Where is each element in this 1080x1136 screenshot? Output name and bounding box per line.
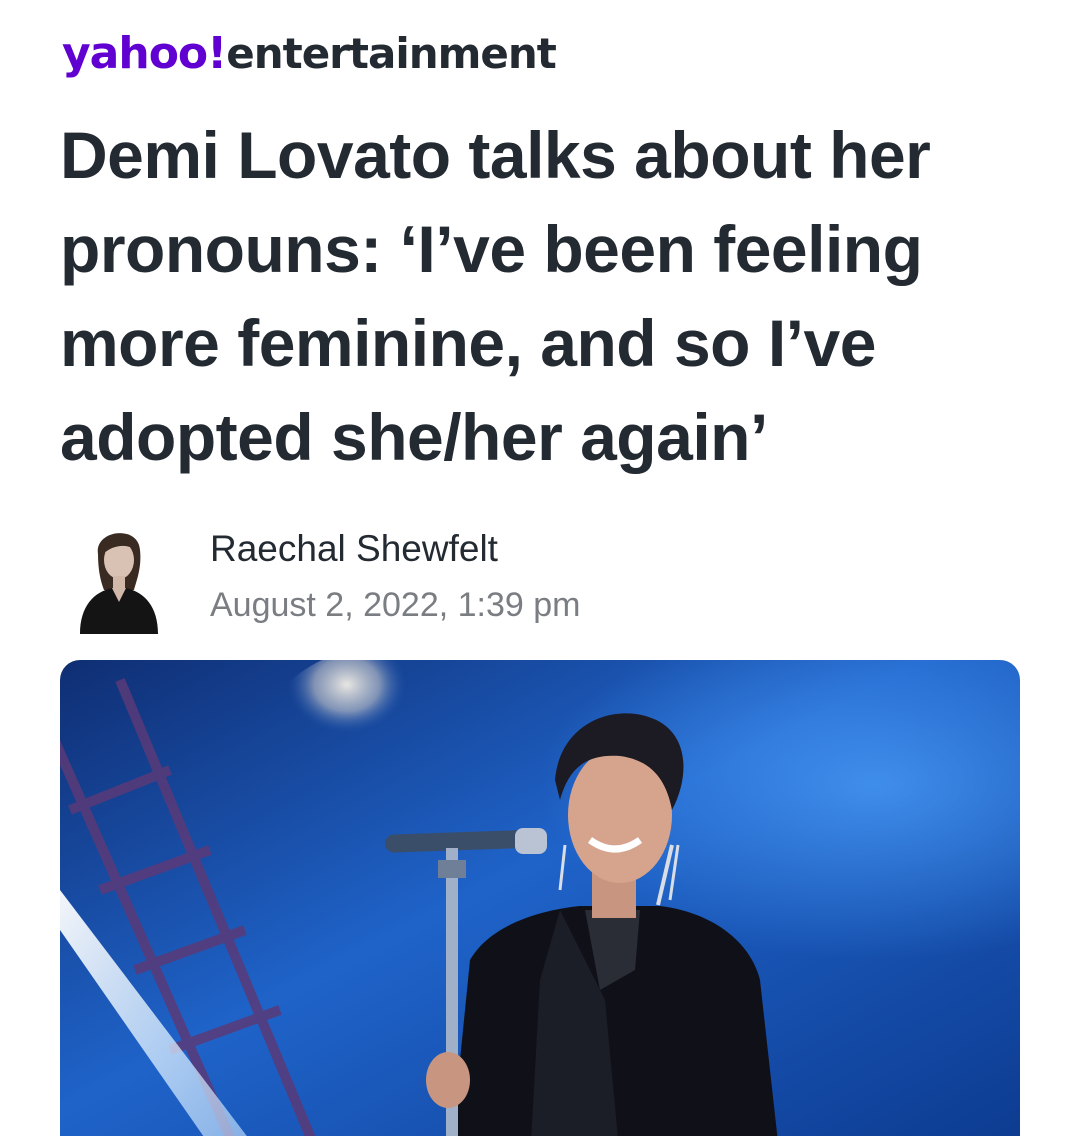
yahoo-brand-text: yahoo! — [62, 28, 227, 79]
publish-date: August 2, 2022, 1:39 pm — [210, 586, 581, 624]
yahoo-entertainment-logo[interactable]: yahoo! entertainment — [62, 28, 557, 84]
concert-photo-image — [60, 660, 1020, 1136]
article-title: Demi Lovato talks about her pronouns: ‘I… — [60, 118, 931, 474]
article-hero-image[interactable] — [60, 660, 1020, 1136]
entertainment-section-text: entertainment — [226, 29, 557, 78]
avatar-portrait-icon — [76, 520, 162, 634]
article-byline: Raechal Shewfelt August 2, 2022, 1:39 pm — [76, 520, 776, 640]
author-avatar[interactable] — [76, 520, 162, 634]
author-name[interactable]: Raechal Shewfelt — [210, 528, 498, 570]
